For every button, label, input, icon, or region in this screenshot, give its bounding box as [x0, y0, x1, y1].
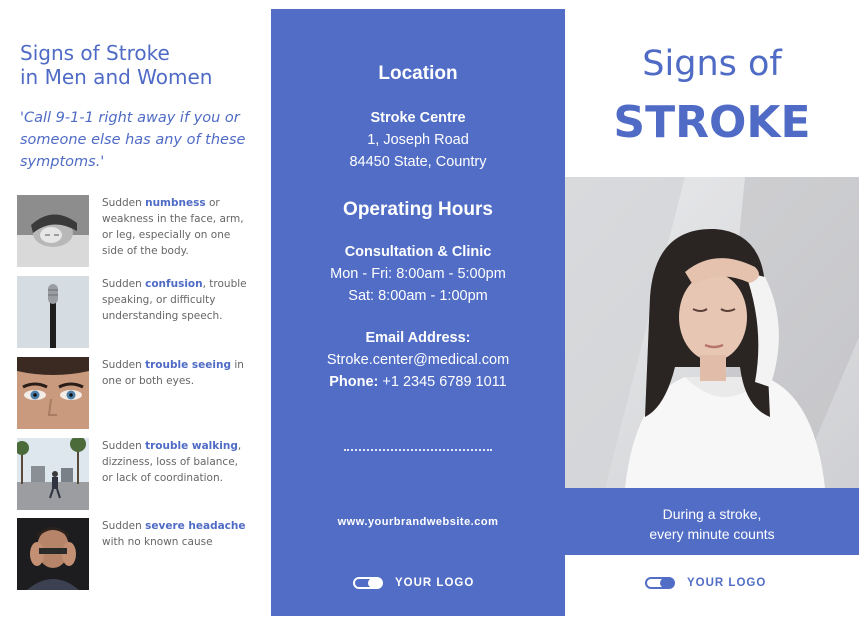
logo-pill-icon — [645, 577, 675, 589]
banner-line1: During a stroke, — [662, 506, 762, 522]
quote-line1: 'Call 9-1-1 right away if you or — [20, 110, 240, 126]
symptom-text: Sudden confusion, trouble speaking, or d… — [102, 276, 247, 324]
symptom-line: one or both eyes. — [102, 375, 195, 387]
dotted-divider — [344, 449, 492, 451]
quote-line2: someone else has any of these — [20, 132, 246, 148]
banner-line2: every minute counts — [649, 526, 775, 542]
symptom-keyword: severe headache — [145, 520, 246, 532]
middle-logo: YOUR LOGO — [353, 577, 474, 589]
hours-subheading: Consultation & Clinic — [344, 244, 492, 260]
middle-panel: Location Stroke Centre 1, Joseph Road 84… — [271, 9, 565, 616]
symptom-line: dizziness, loss of balance, — [102, 456, 239, 468]
symptom-rest: in — [230, 359, 244, 371]
left-title-line1: Signs of Stroke — [20, 41, 170, 65]
symptom-prefix: Sudden — [102, 278, 146, 290]
symptom-line: with no known cause — [102, 536, 213, 548]
address-line1: 1, Joseph Road — [367, 132, 469, 148]
street-walking-photo — [17, 438, 89, 510]
symptom-line: understanding speech. — [102, 310, 223, 322]
cover-title-line2: STROKE — [613, 97, 811, 148]
hours-saturday: Sat: 8:00am - 1:00pm — [348, 288, 488, 304]
logo-text: YOUR LOGO — [395, 577, 475, 589]
symptom-keyword: numbness — [145, 197, 206, 209]
hours-heading: Operating Hours — [343, 199, 493, 220]
phone-label: Phone: — [329, 374, 379, 390]
cover-title-line1: Signs of — [642, 44, 782, 84]
location-heading: Location — [378, 63, 458, 84]
phone-number[interactable]: +1 2345 6789 1011 — [378, 374, 506, 390]
symptom-prefix: Sudden — [102, 197, 146, 209]
logo-pill-icon — [353, 577, 383, 589]
symptom-item: Sudden numbness or weakness in the face,… — [17, 195, 267, 267]
symptom-line: or lack of coordination. — [102, 472, 223, 484]
symptom-item: Sudden confusion, trouble speaking, or d… — [17, 276, 267, 348]
symptom-text: Sudden trouble walking, dizziness, loss … — [102, 438, 247, 486]
call-quote: 'Call 9-1-1 right away if you or someone… — [20, 107, 260, 173]
centre-name: Stroke Centre — [370, 110, 466, 126]
email-link[interactable]: Stroke.center@medical.com — [271, 349, 565, 371]
symptom-line: weakness in the face, arm, — [102, 213, 244, 225]
symptom-text: Sudden trouble seeing in one or both eye… — [102, 357, 247, 389]
symptom-keyword: trouble seeing — [145, 359, 231, 371]
cover-banner: During a stroke, every minute counts — [565, 488, 859, 555]
symptom-keyword: confusion — [145, 278, 203, 290]
man-headache-photo — [17, 518, 89, 590]
right-panel: Signs of STROKE During a stroke, every m… — [565, 0, 859, 625]
woman-headache-photo — [565, 177, 859, 488]
symptom-text: Sudden severe headache with no known cau… — [102, 518, 247, 550]
symptom-item: Sudden severe headache with no known cau… — [17, 518, 267, 590]
hours-weekday: Mon - Fri: 8:00am - 5:00pm — [330, 266, 506, 282]
left-title: Signs of Stroke in Men and Women — [20, 41, 260, 89]
sleeping-woman-photo — [17, 195, 89, 267]
address-line2: 84450 State, Country — [349, 154, 487, 170]
email-heading: Email Address: — [365, 330, 471, 346]
symptom-prefix: Sudden — [102, 440, 146, 452]
cover-logo: YOUR LOGO — [645, 577, 766, 589]
symptom-item: Sudden trouble seeing in one or both eye… — [17, 357, 267, 429]
symptom-prefix: Sudden — [102, 520, 146, 532]
symptom-line: side of the body. — [102, 245, 189, 257]
symptom-rest: , — [237, 440, 242, 452]
symptom-line: or leg, especially on one — [102, 229, 231, 241]
symptom-keyword: trouble walking — [145, 440, 238, 452]
quote-line3: symptoms.' — [20, 154, 105, 170]
phone-line: Phone: +1 2345 6789 1011 — [271, 371, 565, 393]
left-panel: Signs of Stroke in Men and Women 'Call 9… — [0, 0, 271, 625]
symptom-item: Sudden trouble walking, dizziness, loss … — [17, 438, 267, 510]
left-title-line2: in Men and Women — [20, 65, 213, 89]
symptom-prefix: Sudden — [102, 359, 146, 371]
symptom-rest: or — [205, 197, 220, 209]
symptom-line: speaking, or difficulty — [102, 294, 216, 306]
symptom-text: Sudden numbness or weakness in the face,… — [102, 195, 247, 259]
symptom-rest: , trouble — [202, 278, 247, 290]
logo-text: YOUR LOGO — [687, 577, 767, 589]
blue-eyes-photo — [17, 357, 89, 429]
microphone-photo — [17, 276, 89, 348]
website-link[interactable]: www.yourbrandwebsite.com — [271, 516, 565, 528]
